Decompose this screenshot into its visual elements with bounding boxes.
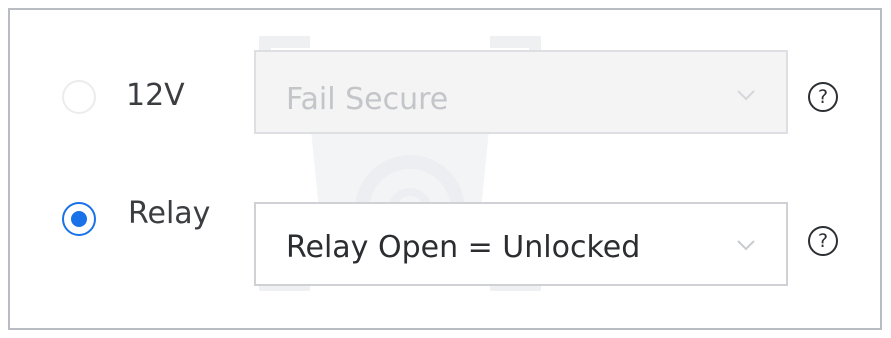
option-row-12v: 12V Fail Secure ?	[10, 50, 880, 140]
help-icon[interactable]: ?	[808, 226, 838, 256]
chevron-down-icon	[737, 90, 755, 101]
radio-label-relay: Relay	[128, 196, 211, 231]
select-relay-mode[interactable]: Relay Open = Unlocked	[254, 202, 788, 286]
select-value-12v: Fail Secure	[286, 82, 449, 117]
select-value-relay: Relay Open = Unlocked	[286, 230, 641, 265]
select-12v-mode[interactable]: Fail Secure	[254, 50, 788, 134]
radio-label-12v: 12V	[126, 78, 185, 113]
radio-relay[interactable]	[62, 202, 96, 236]
chevron-down-icon	[737, 240, 755, 251]
radio-selected-dot	[71, 211, 87, 227]
radio-12v[interactable]	[62, 80, 96, 114]
help-icon[interactable]: ?	[808, 82, 838, 112]
option-row-relay: Relay Relay Open = Unlocked ?	[10, 196, 880, 292]
lock-settings-panel: 12V Fail Secure ? Relay Relay Open = Unl…	[8, 8, 882, 330]
